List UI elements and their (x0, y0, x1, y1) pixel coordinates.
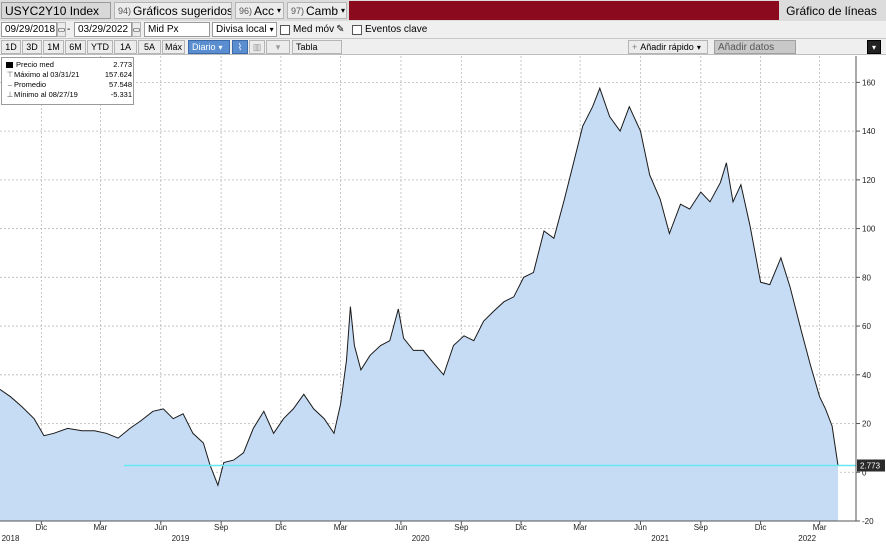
y-tick-label: -20 (862, 517, 874, 526)
y-tick-label: 100 (862, 225, 876, 234)
x-tick-label: Jun (634, 523, 647, 532)
x-tick-label: Dic (36, 523, 48, 532)
y-tick-label: 140 (862, 127, 876, 136)
legend-avg-label: Promedio (14, 80, 47, 89)
y-tick-label: 80 (862, 273, 871, 282)
x-tick-label: Mar (94, 523, 108, 532)
x-year-label: 2019 (172, 534, 190, 543)
x-tick-label: Dic (755, 523, 767, 532)
legend-max-value: 157.624 (104, 70, 132, 79)
x-tick-label: Dic (515, 523, 527, 532)
legend-avg-row: – Promedio 57.548 (6, 80, 132, 89)
legend-last-label: Precio med (16, 60, 54, 69)
legend-min-label: Mínimo al 08/27/19 (14, 90, 78, 99)
x-year-label: 2020 (412, 534, 430, 543)
min-marker-icon: ⊥ (6, 90, 14, 99)
legend-max-row: ⊤ Máximo al 03/31/21 157.624 (6, 70, 132, 79)
x-year-label: 2021 (651, 534, 669, 543)
x-tick-label: Mar (334, 523, 348, 532)
max-marker-icon: ⊤ (6, 70, 14, 79)
x-tick-label: Dic (275, 523, 287, 532)
x-year-label: 2018 (2, 534, 20, 543)
legend-last-value: 2.773 (113, 60, 132, 69)
legend-avg-value: 57.548 (109, 80, 132, 89)
last-price-tag-label: 2.773 (860, 462, 881, 471)
x-tick-label: Mar (573, 523, 587, 532)
legend-min-row: ⊥ Mínimo al 08/27/19 -5.331 (6, 90, 132, 99)
last-price-tag: 2.773 (857, 459, 885, 472)
x-tick-label: Sep (694, 523, 709, 532)
x-tick-label: Sep (214, 523, 229, 532)
x-tick-label: Jun (395, 523, 408, 532)
y-tick-label: 40 (862, 371, 871, 380)
chart-legend: Precio med 2.773 ⊤ Máximo al 03/31/21 157… (1, 57, 134, 105)
x-year-label: 2022 (798, 534, 816, 543)
y-tick-label: 20 (862, 420, 871, 429)
y-tick-label: 160 (862, 78, 876, 87)
average-marker-icon: – (7, 80, 13, 89)
x-tick-label: Jun (154, 523, 167, 532)
legend-last-row: Precio med 2.773 (6, 60, 132, 69)
x-tick-labels: Dic Mar Jun Sep Dic Mar Jun Sep Dic Mar Jun Sep Dic M… (2, 521, 827, 543)
legend-max-label: Máximo al 03/31/21 (14, 70, 80, 79)
series-area (0, 88, 838, 521)
x-tick-label: Mar (813, 523, 827, 532)
y-tick-label: 60 (862, 322, 871, 331)
legend-min-value: -5.331 (110, 90, 132, 99)
legend-swatch (6, 61, 13, 68)
y-tick-label: 120 (862, 176, 876, 185)
x-tick-label: Sep (454, 523, 469, 532)
y-tick-labels: -20020406080100120140160 (856, 78, 876, 526)
